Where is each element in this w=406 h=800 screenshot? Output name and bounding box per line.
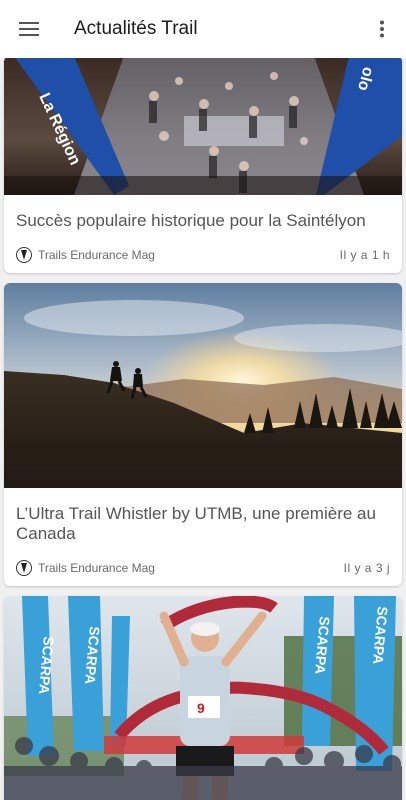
page-title: Actualités Trail — [74, 18, 198, 39]
source-logo-icon — [16, 560, 32, 576]
bib-number: 9 — [197, 700, 205, 716]
more-options-button[interactable] — [358, 0, 406, 58]
article-image[interactable]: La Région olo — [4, 56, 402, 195]
article-card[interactable]: La Région olo Succès populaire historiqu… — [4, 56, 402, 273]
race-finish-illustration: SCARPA SCARPA SCARPA SCARPA 9 — [4, 596, 402, 800]
article-image[interactable] — [4, 283, 402, 488]
article-time: Il y a 3 j — [343, 561, 390, 575]
app-bar: Actualités Trail — [0, 0, 406, 58]
mountain-sunset-runners-illustration — [4, 283, 402, 488]
hamburger-menu-icon — [19, 22, 39, 36]
article-time: Il y a 1 h — [339, 248, 390, 262]
article-source: Trails Endurance Mag — [38, 561, 155, 575]
more-vert-icon — [380, 20, 384, 38]
article-source: Trails Endurance Mag — [38, 248, 155, 262]
source-logo-icon — [16, 247, 32, 263]
article-meta: Trails Endurance Mag Il y a 1 h — [4, 247, 402, 263]
article-card[interactable]: SCARPA SCARPA SCARPA SCARPA 9 — [4, 596, 402, 800]
article-headline[interactable]: Succès populaire historique pour la Sain… — [4, 195, 402, 231]
article-meta: Trails Endurance Mag Il y a 3 j — [4, 560, 402, 576]
menu-button[interactable] — [0, 0, 58, 58]
night-race-start-illustration: La Région olo — [4, 56, 402, 195]
article-image[interactable]: SCARPA SCARPA SCARPA SCARPA 9 — [4, 596, 402, 800]
article-headline[interactable]: L’Ultra Trail Whistler by UTMB, une prem… — [4, 488, 402, 544]
article-card[interactable]: L’Ultra Trail Whistler by UTMB, une prem… — [4, 283, 402, 586]
